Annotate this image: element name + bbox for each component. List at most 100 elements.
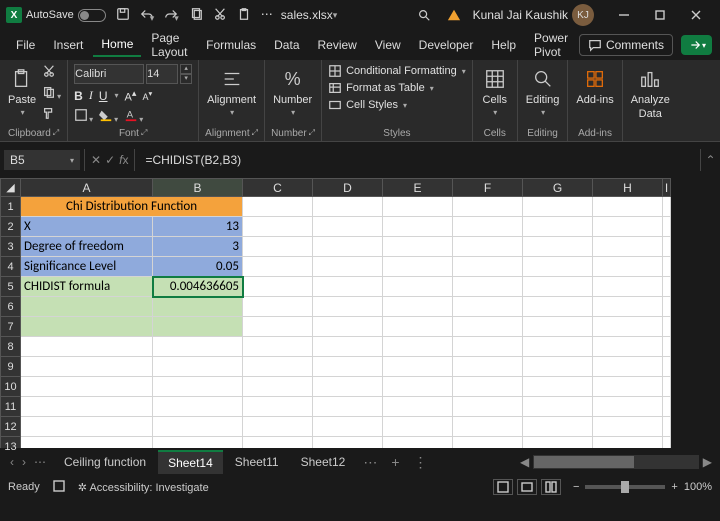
col-header-G[interactable]: G bbox=[523, 179, 593, 197]
row-header[interactable]: 11 bbox=[1, 397, 21, 417]
row-header[interactable]: 8 bbox=[1, 337, 21, 357]
cell-A7[interactable] bbox=[21, 317, 153, 337]
close-icon[interactable] bbox=[678, 0, 714, 30]
name-box[interactable]: B5▾ bbox=[4, 150, 80, 170]
alignment-button[interactable]: Alignment▾ bbox=[205, 64, 258, 119]
font-name-select[interactable] bbox=[74, 64, 144, 84]
copy-icon[interactable] bbox=[189, 7, 203, 24]
col-header-E[interactable]: E bbox=[383, 179, 453, 197]
border-button[interactable]: ▾ bbox=[74, 108, 93, 125]
conditional-formatting-button[interactable]: Conditional Formatting▾ bbox=[328, 64, 466, 78]
font-grow-icon[interactable]: ▴ bbox=[180, 64, 192, 74]
normal-view-icon[interactable] bbox=[493, 479, 513, 495]
sheet-add-button[interactable]: + bbox=[385, 454, 405, 470]
accessibility-status[interactable]: ✲ Accessibility: Investigate bbox=[78, 481, 209, 494]
minimize-icon[interactable] bbox=[606, 0, 642, 30]
font-grow-button[interactable]: A▴ bbox=[125, 88, 137, 104]
insert-function-icon[interactable]: fx bbox=[119, 153, 128, 167]
col-header-D[interactable]: D bbox=[313, 179, 383, 197]
macro-icon[interactable] bbox=[52, 479, 66, 496]
cell-B2[interactable]: 13 bbox=[153, 217, 243, 237]
tab-help[interactable]: Help bbox=[483, 34, 524, 56]
spreadsheet-grid[interactable]: ◢ A B C D E F G H I 1 Chi Distribution F… bbox=[0, 178, 720, 448]
cell-A3[interactable]: Degree of freedom bbox=[21, 237, 153, 257]
comments-button[interactable]: Comments bbox=[579, 34, 673, 56]
sheet-more-icon[interactable]: ⋯ bbox=[34, 455, 46, 469]
sheet-tab[interactable]: Sheet14 bbox=[158, 450, 223, 474]
formula-input[interactable]: =CHIDIST(B2,B3) bbox=[139, 150, 698, 170]
cell-B7[interactable] bbox=[153, 317, 243, 337]
sheet-prev-icon[interactable]: ‹ bbox=[10, 455, 14, 469]
select-all[interactable]: ◢ bbox=[1, 179, 21, 197]
cut-icon[interactable] bbox=[213, 7, 227, 24]
row-header[interactable]: 5 bbox=[1, 277, 21, 297]
zoom-in-icon[interactable]: + bbox=[671, 481, 677, 493]
cell-B4[interactable]: 0.05 bbox=[153, 257, 243, 277]
cells-button[interactable]: Cells▾ bbox=[479, 64, 511, 119]
row-header[interactable]: 4 bbox=[1, 257, 21, 277]
user-account[interactable]: Kunal Jai Kaushik KJ bbox=[473, 4, 594, 26]
underline-button[interactable]: U bbox=[99, 89, 108, 103]
cell-A5[interactable]: CHIDIST formula bbox=[21, 277, 153, 297]
copy-button[interactable]: ▾ bbox=[42, 85, 61, 102]
cell-A6[interactable] bbox=[21, 297, 153, 317]
save-icon[interactable] bbox=[116, 7, 130, 24]
scroll-thumb[interactable] bbox=[534, 456, 634, 468]
tab-review[interactable]: Review bbox=[310, 34, 365, 56]
row-header[interactable]: 3 bbox=[1, 237, 21, 257]
zoom-level[interactable]: 100% bbox=[684, 481, 712, 493]
editing-button[interactable]: Editing▾ bbox=[524, 64, 562, 119]
font-color-button[interactable]: A▾ bbox=[124, 108, 143, 125]
toggle-icon[interactable] bbox=[78, 9, 106, 22]
tab-data[interactable]: Data bbox=[266, 34, 307, 56]
page-break-view-icon[interactable] bbox=[541, 479, 561, 495]
tab-power-pivot[interactable]: Power Pivot bbox=[526, 27, 577, 63]
share-button[interactable]: ▾ bbox=[681, 35, 712, 55]
format-as-table-button[interactable]: Format as Table▾ bbox=[328, 81, 466, 95]
autosave-toggle[interactable]: AutoSave bbox=[26, 9, 106, 22]
col-header-C[interactable]: C bbox=[243, 179, 313, 197]
cell-A1[interactable]: Chi Distribution Function bbox=[21, 197, 243, 217]
sheet-tab[interactable]: Sheet11 bbox=[225, 451, 289, 473]
addins-button[interactable]: Add-ins bbox=[574, 64, 615, 108]
undo-icon[interactable]: ▾ bbox=[140, 7, 155, 24]
filename-dropdown-icon[interactable]: ▾ bbox=[333, 10, 338, 21]
sheet-tab[interactable]: Ceiling function bbox=[54, 451, 156, 473]
cell-B3[interactable]: 3 bbox=[153, 237, 243, 257]
cell-A4[interactable]: Significance Level bbox=[21, 257, 153, 277]
font-shrink-icon[interactable]: ▾ bbox=[180, 74, 192, 84]
paste-button[interactable]: Paste ▾ bbox=[6, 64, 38, 119]
cancel-formula-icon[interactable]: ✕ bbox=[91, 153, 101, 167]
tab-home[interactable]: Home bbox=[93, 33, 141, 57]
tab-view[interactable]: View bbox=[367, 34, 409, 56]
row-header[interactable]: 10 bbox=[1, 377, 21, 397]
cell-B5[interactable]: 0.004636605 bbox=[153, 277, 243, 297]
zoom-out-icon[interactable]: − bbox=[573, 481, 579, 493]
cell-styles-button[interactable]: Cell Styles▾ bbox=[328, 98, 466, 112]
cell-B6[interactable] bbox=[153, 297, 243, 317]
col-header-A[interactable]: A bbox=[21, 179, 153, 197]
clipboard-icon[interactable] bbox=[237, 7, 251, 24]
format-painter-button[interactable] bbox=[42, 106, 61, 123]
zoom-slider[interactable] bbox=[585, 485, 665, 489]
warning-icon[interactable] bbox=[447, 8, 461, 22]
col-header-F[interactable]: F bbox=[453, 179, 523, 197]
row-header[interactable]: 2 bbox=[1, 217, 21, 237]
tab-insert[interactable]: Insert bbox=[45, 34, 91, 56]
tab-page-layout[interactable]: Page Layout bbox=[143, 27, 196, 63]
sheet-next-icon[interactable]: › bbox=[22, 455, 26, 469]
scroll-right-icon[interactable]: ▶ bbox=[699, 455, 716, 469]
zoom-control[interactable]: − + 100% bbox=[573, 481, 712, 493]
row-header[interactable]: 7 bbox=[1, 317, 21, 337]
col-header-B[interactable]: B bbox=[153, 179, 243, 197]
more-icon[interactable]: ⋯ bbox=[261, 7, 273, 24]
maximize-icon[interactable] bbox=[642, 0, 678, 30]
analyze-data-button[interactable]: Analyze Data bbox=[629, 64, 672, 122]
enter-formula-icon[interactable]: ✓ bbox=[105, 153, 115, 167]
col-header-H[interactable]: H bbox=[593, 179, 663, 197]
sheet-tab[interactable]: Sheet12 bbox=[291, 451, 356, 473]
font-shrink-button[interactable]: A▾ bbox=[142, 89, 152, 102]
tab-file[interactable]: File bbox=[8, 34, 43, 56]
bold-button[interactable]: B bbox=[74, 89, 83, 103]
font-size-select[interactable] bbox=[146, 64, 178, 84]
